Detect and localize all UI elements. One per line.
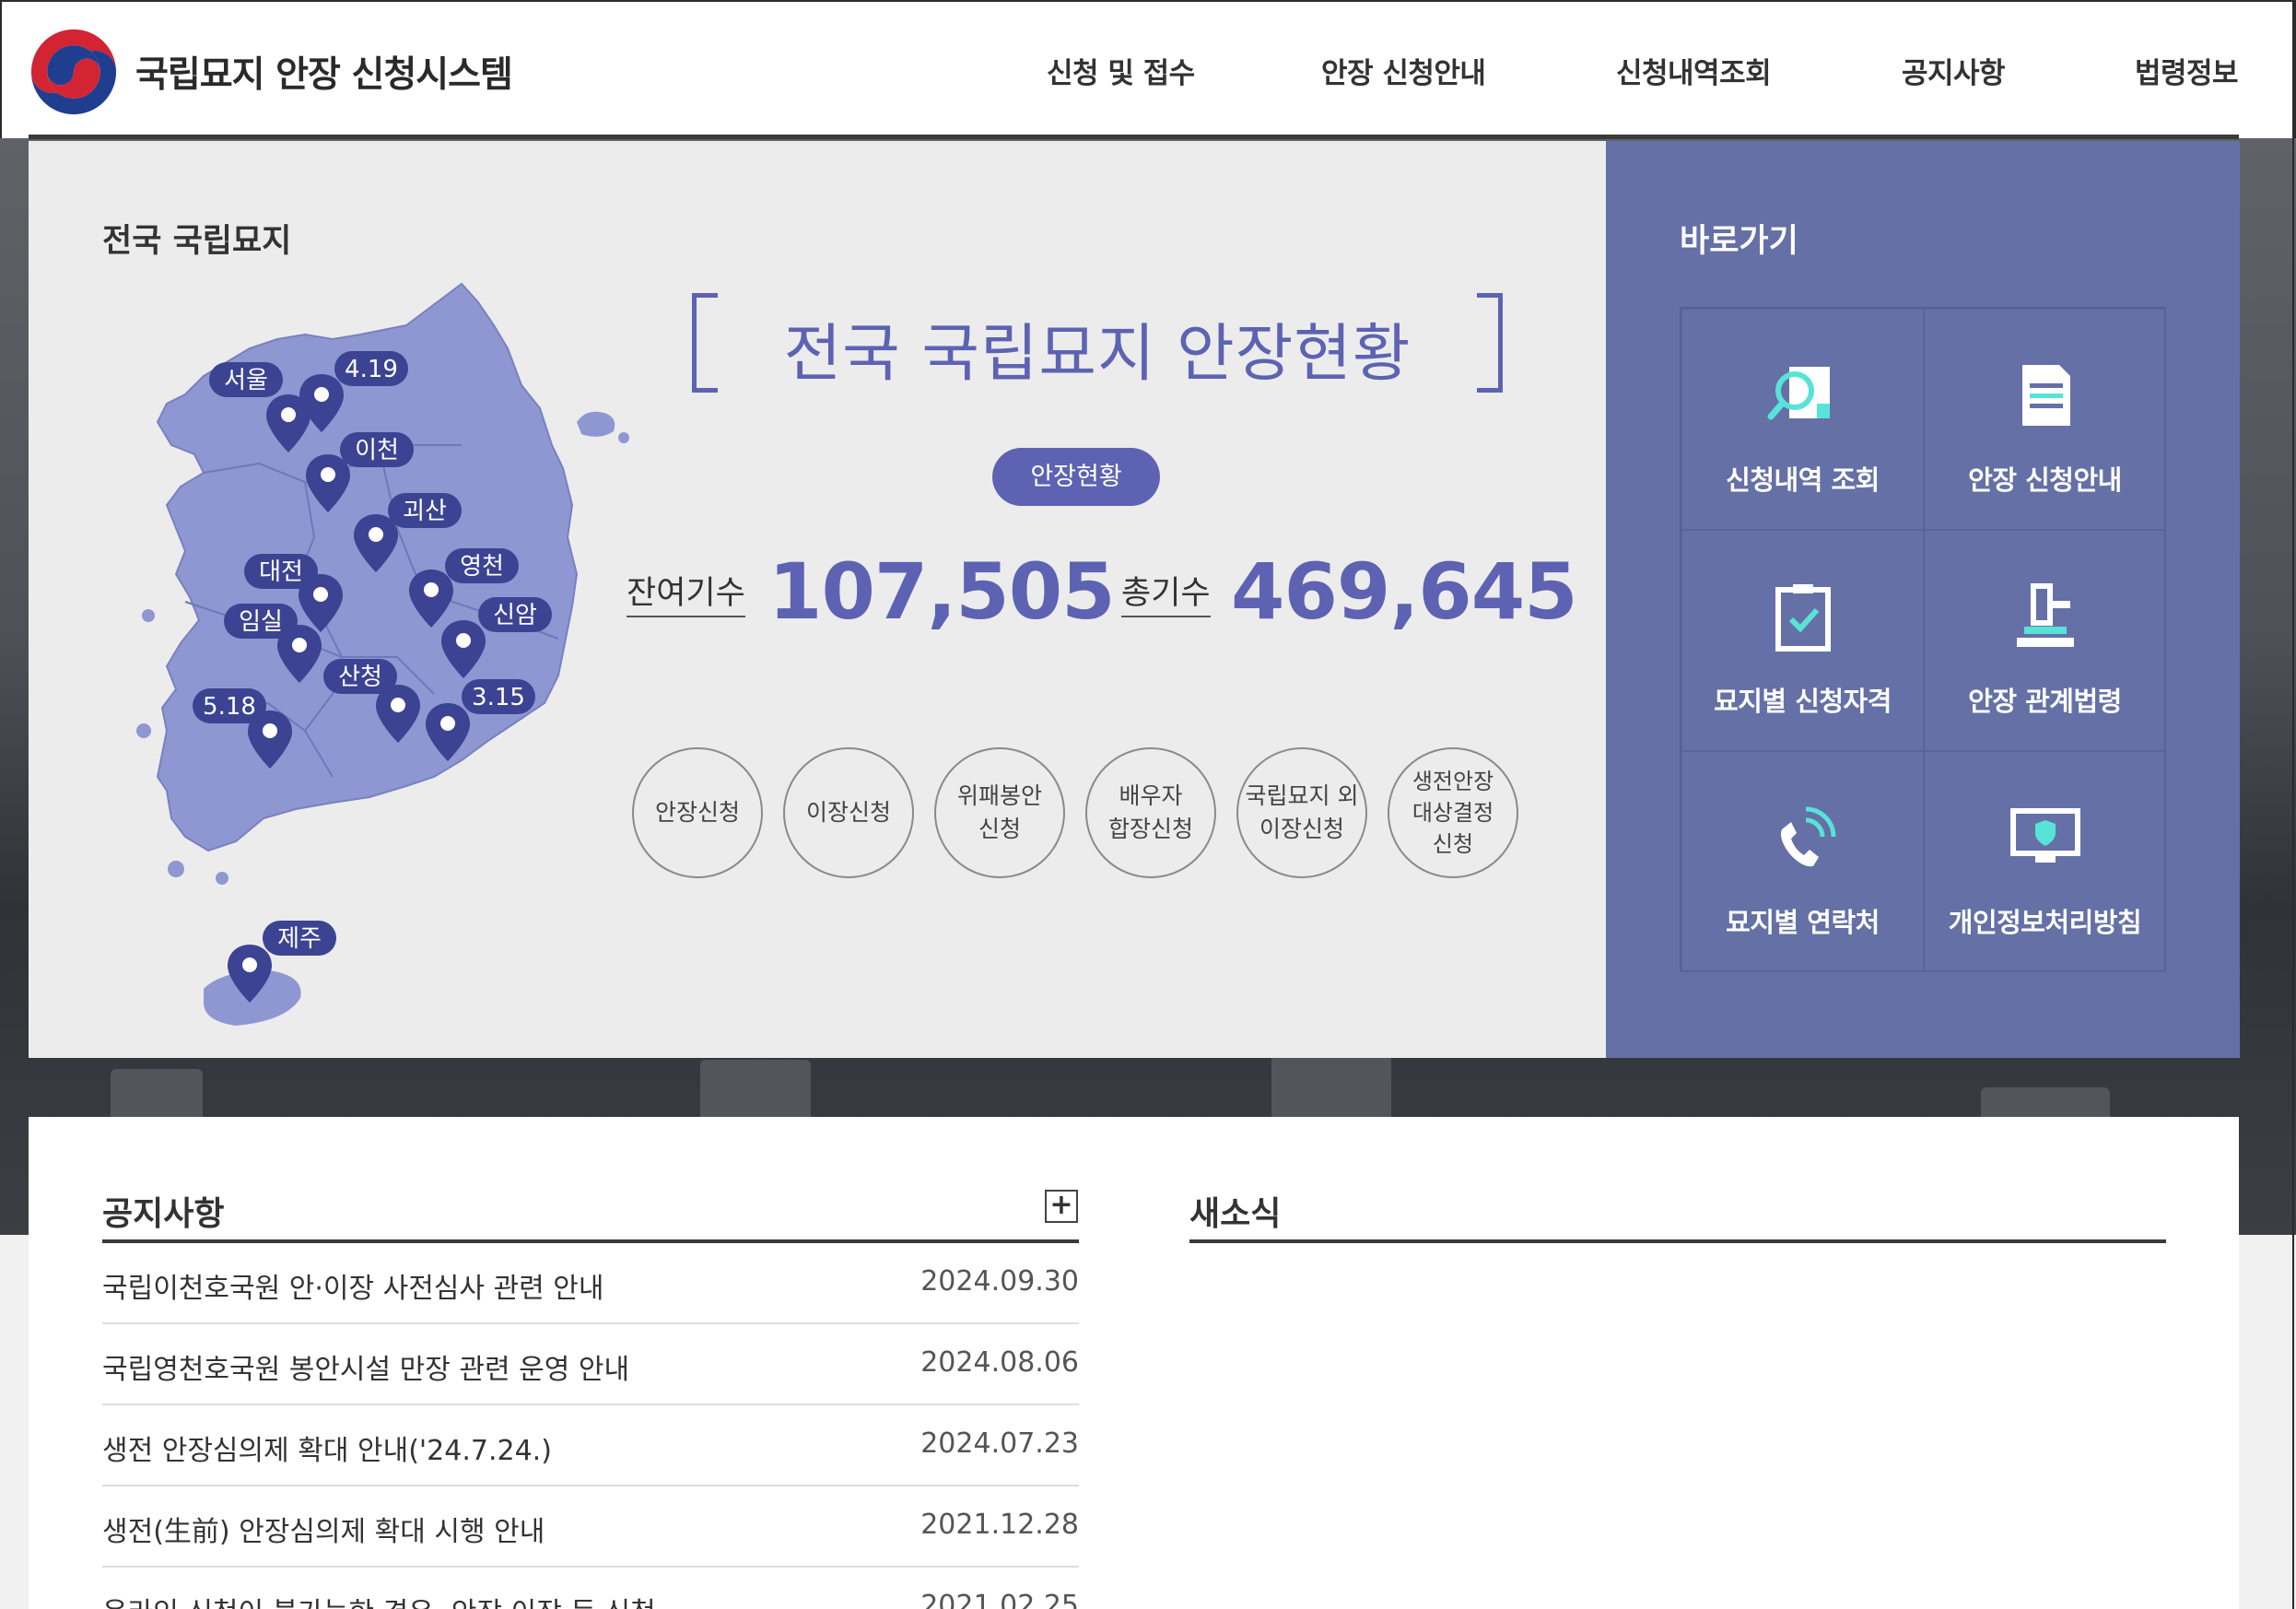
notice-title[interactable]: 생전 안장심의제 확대 안내('24.7.24.) bbox=[102, 1427, 552, 1468]
burial-status-pill[interactable]: 안장현황 bbox=[992, 448, 1160, 506]
nav-application-lookup[interactable]: 신청내역조회 bbox=[1616, 50, 1772, 91]
notice-row[interactable]: 생전 안장심의제 확대 안내('24.7.24.) 2024.07.23 bbox=[102, 1405, 1079, 1486]
notice-row[interactable]: 국립이천호국원 안·이장 사전심사 관련 안내 2024.09.30 bbox=[102, 1243, 1079, 1324]
label-sinam: 신암 bbox=[493, 602, 537, 629]
header-divider bbox=[29, 135, 2239, 139]
clipboard-check-icon bbox=[1775, 584, 1831, 652]
label-yeongcheon: 영천 bbox=[460, 553, 504, 581]
relocation-apply-button[interactable]: 이장신청 bbox=[783, 747, 914, 878]
quick-link-label: 안장 신청안내 bbox=[1968, 464, 2122, 496]
pre-death-burial-button[interactable]: 생전안장 대상결정 신청 bbox=[1388, 747, 1518, 878]
phone-call-icon bbox=[1781, 806, 1836, 867]
notices-more-button[interactable]: + bbox=[1045, 1190, 1078, 1223]
label-icheon: 이천 bbox=[355, 437, 399, 464]
notice-title[interactable]: 생전(生前) 안장심의제 확대 시행 안내 bbox=[102, 1509, 545, 1549]
burial-status-title: 전국 국립묘지 안장현황 bbox=[783, 318, 1412, 391]
site-header: 국립묘지 안장 신청시스템 신청 및 접수 안장 신청안내 신청내역조회 공지사… bbox=[0, 0, 2296, 138]
nav-burial-guide[interactable]: 안장 신청안내 bbox=[1321, 50, 1486, 91]
news-divider bbox=[1189, 1239, 2166, 1243]
quick-link-eligibility[interactable]: 묘지별 신청자격 bbox=[1681, 530, 1924, 751]
dokdo-island bbox=[577, 411, 615, 437]
gavel-icon bbox=[2017, 583, 2074, 647]
label-imsil: 임실 bbox=[239, 608, 283, 636]
memorial-tablet-apply-button[interactable]: 위패봉안 신청 bbox=[934, 747, 1065, 878]
notice-row[interactable]: 생전(生前) 안장심의제 확대 시행 안내 2021.12.28 bbox=[102, 1486, 1079, 1568]
quick-links-grid: 신청내역 조회 안장 신청안내 묘지별 신청자격 안장 관계법령 묘지별 연락처… bbox=[1680, 307, 2166, 972]
document-list-icon bbox=[2022, 365, 2070, 426]
quick-link-label: 묘지별 연락처 bbox=[1726, 907, 1880, 938]
quick-link-label: 안장 관계법령 bbox=[1968, 686, 2122, 717]
label-315: 3.15 bbox=[472, 684, 525, 711]
label-518: 5.18 bbox=[203, 693, 256, 721]
site-title[interactable]: 국립묘지 안장 신청시스템 bbox=[135, 46, 513, 98]
quick-link-label: 묘지별 신청자격 bbox=[1714, 686, 1892, 717]
external-relocation-button[interactable]: 국립묘지 외 이장신청 bbox=[1236, 747, 1367, 878]
notice-title[interactable]: 국립영천호국원 봉안시설 만장 관련 운영 안내 bbox=[102, 1346, 629, 1387]
window-frame bbox=[2292, 0, 2294, 1609]
quick-link-application-lookup[interactable]: 신청내역 조회 bbox=[1681, 309, 1924, 530]
notice-date: 2024.08.06 bbox=[920, 1346, 1079, 1379]
label-goesan: 괴산 bbox=[403, 498, 447, 525]
notice-date: 2024.07.23 bbox=[920, 1427, 1079, 1460]
quick-link-label: 신청내역 조회 bbox=[1726, 464, 1880, 496]
notice-date: 2021.02.25 bbox=[920, 1590, 1079, 1609]
notices-title[interactable]: 공지사항 bbox=[102, 1187, 224, 1235]
total-count-label: 총기수 bbox=[1121, 567, 1211, 617]
search-document-icon bbox=[1767, 367, 1830, 420]
label-seoul: 서울 bbox=[224, 367, 268, 394]
notice-date: 2021.12.28 bbox=[920, 1509, 1079, 1541]
national-cemetery-panel: 전국 국립묘지 서울 4.19 이천 괴산 대전 영천 임실 신암 산청 3.1… bbox=[29, 141, 1606, 1058]
quick-link-label: 개인정보처리방침 bbox=[1948, 907, 2142, 938]
quick-links-title: 바로가기 bbox=[1680, 223, 1798, 260]
spouse-joint-burial-button[interactable]: 배우자 합장신청 bbox=[1085, 747, 1216, 878]
label-daejeon: 대전 bbox=[259, 558, 303, 586]
notice-row[interactable]: 온라인 신청이 불가능한 경우, 안장·이장 등 신청 2021.02.25 bbox=[102, 1568, 1079, 1609]
quick-link-privacy-policy[interactable]: 개인정보처리방침 bbox=[1924, 751, 2166, 972]
nav-notices[interactable]: 공지사항 bbox=[1902, 50, 2006, 91]
government-emblem-icon[interactable] bbox=[29, 28, 118, 116]
quick-link-burial-guide[interactable]: 안장 신청안내 bbox=[1924, 309, 2166, 530]
total-count-value: 469,645 bbox=[1231, 546, 1578, 637]
label-419: 4.19 bbox=[345, 356, 398, 383]
burial-status-heading: 전국 국립묘지 안장현황 bbox=[692, 293, 1503, 394]
remaining-count-value: 107,505 bbox=[768, 546, 1116, 637]
quick-link-related-laws[interactable]: 안장 관계법령 bbox=[1924, 530, 2166, 751]
remaining-count-label: 잔여기수 bbox=[627, 567, 745, 617]
notice-title[interactable]: 국립이천호국원 안·이장 사전심사 관련 안내 bbox=[102, 1265, 603, 1306]
nav-apply[interactable]: 신청 및 접수 bbox=[1047, 50, 1195, 91]
label-sancheong: 산청 bbox=[338, 664, 382, 691]
news-title[interactable]: 새소식 bbox=[1189, 1187, 1281, 1235]
monitor-shield-icon bbox=[2010, 808, 2080, 863]
label-jeju: 제주 bbox=[277, 925, 322, 953]
bracket-right bbox=[1477, 293, 1503, 393]
notice-row[interactable]: 국립영천호국원 봉안시설 만장 관련 운영 안내 2024.08.06 bbox=[102, 1324, 1079, 1405]
quick-links-panel: 바로가기 신청내역 조회 안장 신청안내 묘지별 신청자격 안장 관계법령 묘지… bbox=[1606, 141, 2240, 1058]
nav-legal-info[interactable]: 법령정보 bbox=[2135, 50, 2239, 91]
quick-link-contacts[interactable]: 묘지별 연락처 bbox=[1681, 751, 1924, 972]
notice-title[interactable]: 온라인 신청이 불가능한 경우, 안장·이장 등 신청 bbox=[102, 1590, 656, 1609]
burial-apply-button[interactable]: 안장신청 bbox=[632, 747, 763, 878]
notice-date: 2024.09.30 bbox=[920, 1265, 1079, 1298]
